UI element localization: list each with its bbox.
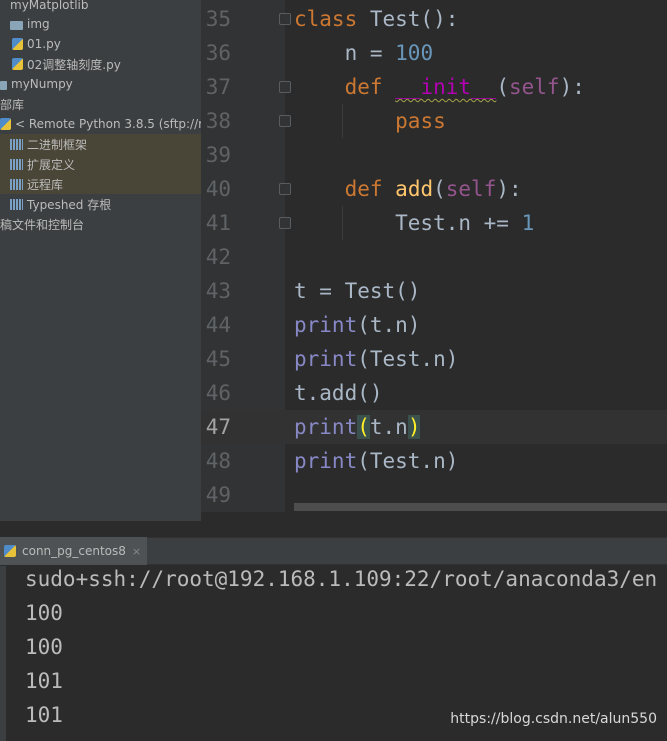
horizontal-scrollbar[interactable] bbox=[294, 503, 667, 511]
line-number: 37 bbox=[205, 75, 231, 99]
line-number: 38 bbox=[205, 109, 231, 133]
line-number: 36 bbox=[205, 41, 231, 65]
folder-icon bbox=[10, 20, 23, 30]
tree-item-remote-libraries[interactable]: 远程库 bbox=[0, 174, 201, 194]
tree-item-external-libraries[interactable]: 外部库 bbox=[0, 94, 189, 114]
console-output-line: 100 bbox=[25, 635, 63, 659]
tree-item-label: 01.py bbox=[27, 37, 61, 51]
python-run-icon bbox=[4, 545, 16, 557]
tree-item-label: 02调整轴刻度.py bbox=[27, 57, 121, 72]
code-line[interactable]: class Test(): bbox=[294, 2, 458, 36]
caret-row-highlight bbox=[201, 410, 667, 444]
tree-item-02-py[interactable]: 02调整轴刻度.py bbox=[0, 54, 201, 74]
python-sdk-icon bbox=[0, 118, 11, 130]
tree-item-label: 外部库 bbox=[0, 97, 25, 112]
run-tab-bar: conn_pg_centos8 × bbox=[0, 537, 667, 565]
code-line[interactable]: print(Test.n) bbox=[294, 444, 458, 478]
run-tab-label: conn_pg_centos8 bbox=[22, 544, 126, 558]
tree-item-img[interactable]: img bbox=[0, 14, 201, 34]
run-tab[interactable]: conn_pg_centos8 × bbox=[0, 537, 148, 565]
folder-icon bbox=[0, 80, 7, 90]
code-line[interactable]: pass bbox=[294, 104, 446, 138]
python-file-icon bbox=[12, 38, 23, 50]
code-line[interactable]: t.add() bbox=[294, 376, 383, 410]
code-line[interactable]: print(t.n) bbox=[294, 308, 420, 342]
line-number: 41 bbox=[205, 211, 231, 235]
code-line[interactable]: def __init__(self): bbox=[294, 70, 585, 104]
line-number: 48 bbox=[205, 449, 231, 473]
console-output-line: 101 bbox=[25, 669, 63, 693]
tree-item-extended-definitions[interactable]: 扩展定义 bbox=[0, 154, 201, 174]
close-tab-icon[interactable]: × bbox=[132, 545, 141, 558]
library-icon bbox=[10, 158, 23, 170]
tree-item-label: 扩展定义 bbox=[27, 157, 76, 172]
matched-brace: ( bbox=[357, 415, 370, 439]
line-number-current: 47 bbox=[205, 415, 231, 439]
tree-item-mymatplotlib[interactable]: myMatplotlib bbox=[0, 0, 201, 15]
code-line[interactable]: t = Test() bbox=[294, 274, 420, 308]
code-line[interactable]: n = 100 bbox=[294, 36, 434, 70]
tree-item-binary-skeletons[interactable]: 二进制框架 bbox=[0, 134, 201, 154]
tree-item-01-py[interactable]: 01.py bbox=[0, 34, 201, 54]
tree-item-label: < Remote Python 3.8.5 (sftp://root bbox=[15, 117, 201, 131]
line-number: 45 bbox=[205, 347, 231, 371]
code-line[interactable]: def add(self): bbox=[294, 172, 522, 206]
console-toolbar-strip bbox=[0, 566, 6, 741]
console-output-line: 100 bbox=[25, 601, 63, 625]
fold-end-icon[interactable] bbox=[279, 217, 291, 229]
line-number: 49 bbox=[205, 483, 231, 507]
tree-item-label: 远程库 bbox=[27, 177, 64, 192]
console-output-line: sudo+ssh://root@192.168.1.109:22/root/an… bbox=[25, 567, 658, 591]
line-number: 39 bbox=[205, 143, 231, 167]
line-number: 42 bbox=[205, 245, 231, 269]
code-line[interactable]: print(t.n) bbox=[294, 410, 421, 444]
matched-brace: ) bbox=[407, 415, 421, 439]
line-number: 44 bbox=[205, 313, 231, 337]
line-number: 46 bbox=[205, 381, 231, 405]
fold-toggle-icon[interactable] bbox=[279, 13, 291, 25]
fold-end-icon[interactable] bbox=[279, 115, 291, 127]
tree-item-label: 草稿文件和控制台 bbox=[0, 217, 85, 232]
line-number: 35 bbox=[205, 7, 231, 31]
watermark: https://blog.csdn.net/alun550 bbox=[450, 711, 657, 727]
line-number: 43 bbox=[205, 279, 231, 303]
tree-item-label: img bbox=[27, 17, 50, 31]
code-line[interactable]: Test.n += 1 bbox=[294, 206, 534, 240]
tree-item-scratches-consoles[interactable]: 草稿文件和控制台 bbox=[0, 214, 189, 234]
tree-item-label: myNumpy bbox=[11, 77, 73, 91]
tree-item-label: 二进制框架 bbox=[27, 137, 88, 152]
project-tree-panel: myMatplotlib img 01.py 02调整轴刻度.py myNump… bbox=[0, 0, 201, 521]
code-line[interactable]: print(Test.n) bbox=[294, 342, 458, 376]
tree-item-mynumpy[interactable]: myNumpy bbox=[0, 74, 201, 94]
python-file-icon bbox=[12, 58, 23, 70]
console-output-line: 101 bbox=[25, 703, 63, 727]
fold-toggle-icon[interactable] bbox=[279, 183, 291, 195]
library-icon bbox=[10, 138, 23, 150]
tree-item-label: Typeshed 存根 bbox=[27, 197, 112, 212]
tree-item-typeshed-stubs[interactable]: Typeshed 存根 bbox=[0, 194, 201, 214]
tree-item-label: myMatplotlib bbox=[10, 0, 89, 12]
library-icon bbox=[10, 198, 23, 210]
line-number: 40 bbox=[205, 177, 231, 201]
fold-toggle-icon[interactable] bbox=[279, 81, 291, 93]
library-icon bbox=[10, 178, 23, 190]
tree-item-remote-python-sdk[interactable]: < Remote Python 3.8.5 (sftp://root bbox=[0, 114, 201, 134]
